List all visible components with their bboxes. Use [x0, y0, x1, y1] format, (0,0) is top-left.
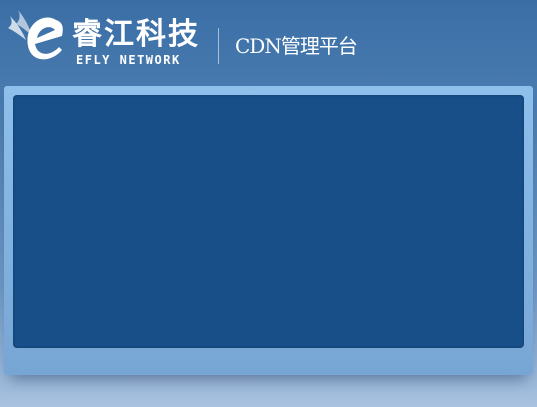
- page-title: CDN管理平台: [235, 34, 358, 58]
- efly-logo-icon: [8, 10, 63, 60]
- brand-name-cn: 睿江科技: [72, 17, 200, 52]
- main-frame: [4, 86, 533, 375]
- brand-name-en: EFLY NETWORK: [76, 53, 181, 67]
- header: 睿江科技 EFLY NETWORK CDN管理平台: [0, 0, 537, 86]
- header-divider: [218, 28, 219, 64]
- content-panel: [13, 95, 524, 348]
